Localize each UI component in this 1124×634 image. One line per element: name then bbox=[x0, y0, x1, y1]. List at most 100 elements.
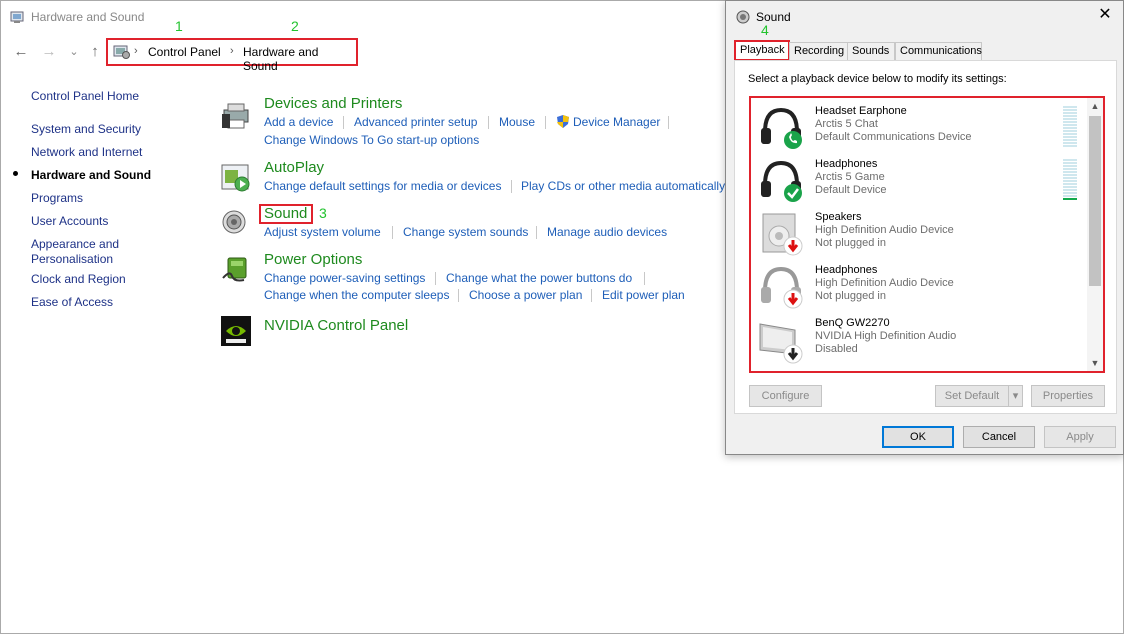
sidebar-item-system-and-security[interactable]: System and Security bbox=[31, 122, 141, 137]
sidebar-item-programs[interactable]: Programs bbox=[31, 191, 83, 206]
headphones-check-icon bbox=[761, 160, 802, 202]
breadcrumb-hardware-and-sound[interactable]: Hardware and Sound bbox=[243, 45, 356, 73]
manage-audio-devices-link[interactable]: Manage audio devices bbox=[547, 225, 667, 239]
change-system-sounds-link[interactable]: Change system sounds bbox=[403, 225, 528, 239]
change-default-media-settings-link[interactable]: Change default settings for media or dev… bbox=[264, 179, 501, 193]
sidebar-item-appearance[interactable]: Appearance and Personalisation bbox=[31, 237, 141, 267]
sidebar-item-ease-of-access[interactable]: Ease of Access bbox=[31, 295, 113, 310]
device-name: Headset Earphone bbox=[815, 105, 907, 117]
annotation-label: 2 bbox=[291, 18, 299, 34]
window-title: Hardware and Sound bbox=[31, 10, 145, 24]
device-name: Headphones bbox=[815, 158, 878, 170]
monitor-disabled-icon bbox=[759, 323, 803, 364]
link-divider bbox=[591, 289, 592, 302]
tab-sounds[interactable]: Sounds bbox=[847, 42, 895, 60]
device-status: Not plugged in bbox=[815, 290, 886, 302]
device-name: BenQ GW2270 bbox=[815, 317, 890, 329]
adjust-system-volume-link[interactable]: Adjust system volume bbox=[264, 225, 381, 239]
link-divider bbox=[668, 116, 669, 129]
autoplay-icon bbox=[221, 164, 250, 192]
breadcrumb-separator: › bbox=[134, 45, 138, 57]
address-bar[interactable]: › Control Panel › Hardware and Sound bbox=[106, 38, 358, 73]
title-bar: Hardware and Sound bbox=[1, 1, 727, 33]
speaker-icon bbox=[222, 210, 246, 234]
scroll-down-icon[interactable]: ▼ bbox=[1087, 355, 1103, 371]
device-driver: High Definition Audio Device bbox=[815, 277, 954, 289]
set-default-button[interactable]: Set Default bbox=[935, 385, 1009, 407]
link-divider bbox=[644, 272, 645, 285]
link-divider bbox=[435, 272, 436, 285]
windows-to-go-link[interactable]: Change Windows To Go start-up options bbox=[264, 133, 479, 147]
change-power-buttons-link[interactable]: Change what the power buttons do bbox=[446, 271, 632, 285]
change-sleep-link[interactable]: Change when the computer sleeps bbox=[264, 288, 449, 302]
play-cds-automatically-link[interactable]: Play CDs or other media automatically bbox=[521, 179, 725, 193]
sidebar-item-hardware-and-sound[interactable]: Hardware and Sound bbox=[31, 168, 151, 183]
sound-title[interactable]: Sound bbox=[264, 205, 307, 222]
tab-playback[interactable]: Playback bbox=[734, 40, 790, 61]
advanced-printer-setup-link[interactable]: Advanced printer setup bbox=[354, 115, 477, 129]
sidebar-item-user-accounts[interactable]: User Accounts bbox=[31, 214, 108, 229]
scroll-up-icon[interactable]: ▲ bbox=[1087, 98, 1103, 114]
device-list[interactable]: Headset Earphone Arctis 5 Chat Default C… bbox=[749, 96, 1105, 373]
list-item[interactable]: Headphones High Definition Audio Device … bbox=[751, 261, 1091, 314]
change-power-saving-settings-link[interactable]: Change power-saving settings bbox=[264, 271, 425, 285]
close-icon[interactable]: ✕ bbox=[1095, 5, 1115, 25]
device-driver: Arctis 5 Chat bbox=[815, 118, 878, 130]
edit-power-plan-link[interactable]: Edit power plan bbox=[602, 288, 685, 302]
device-driver: NVIDIA High Definition Audio bbox=[815, 330, 957, 342]
sidebar-item-network-and-internet[interactable]: Network and Internet bbox=[31, 145, 142, 160]
playback-panel: Select a playback device below to modify… bbox=[734, 60, 1117, 414]
shield-icon bbox=[557, 115, 569, 128]
breadcrumb-control-panel[interactable]: Control Panel bbox=[148, 45, 221, 59]
annotation-label: 1 bbox=[175, 18, 183, 34]
panel-instruction: Select a playback device below to modify… bbox=[748, 73, 1007, 85]
apply-button[interactable]: Apply bbox=[1044, 426, 1116, 448]
forward-arrow-icon[interactable]: → bbox=[39, 42, 59, 62]
scroll-thumb[interactable] bbox=[1089, 116, 1101, 286]
choose-power-plan-link[interactable]: Choose a power plan bbox=[469, 288, 582, 302]
link-divider bbox=[511, 180, 512, 193]
power-options-title[interactable]: Power Options bbox=[264, 251, 362, 268]
properties-button[interactable]: Properties bbox=[1031, 385, 1105, 407]
nvidia-icon bbox=[221, 316, 251, 346]
breadcrumb-separator: › bbox=[230, 45, 234, 57]
speaker-unplugged-icon bbox=[762, 213, 803, 256]
list-item[interactable]: Headset Earphone Arctis 5 Chat Default C… bbox=[751, 102, 1091, 155]
device-manager-link[interactable]: Device Manager bbox=[573, 115, 660, 129]
back-arrow-icon[interactable]: ← bbox=[11, 42, 31, 62]
device-name: Speakers bbox=[815, 211, 862, 223]
mouse-link[interactable]: Mouse bbox=[499, 115, 535, 129]
sidebar-item-control-panel-home[interactable]: Control Panel Home bbox=[31, 89, 139, 104]
link-divider bbox=[392, 226, 393, 239]
autoplay-title[interactable]: AutoPlay bbox=[264, 159, 324, 176]
list-item[interactable]: Headphones Arctis 5 Game Default Device bbox=[751, 155, 1091, 208]
tab-communications[interactable]: Communications bbox=[895, 42, 982, 60]
cancel-button[interactable]: Cancel bbox=[963, 426, 1035, 448]
control-panel-icon bbox=[10, 11, 24, 23]
device-status: Default Communications Device bbox=[815, 131, 972, 143]
link-divider bbox=[458, 289, 459, 302]
device-status: Default Device bbox=[815, 184, 887, 196]
configure-button[interactable]: Configure bbox=[749, 385, 822, 407]
sound-dialog: Sound ✕ 4 Playback Recording Sounds Comm… bbox=[725, 0, 1124, 455]
add-a-device-link[interactable]: Add a device bbox=[264, 115, 333, 129]
link-divider bbox=[536, 226, 537, 239]
nvidia-control-panel-title[interactable]: NVIDIA Control Panel bbox=[264, 317, 408, 334]
list-item[interactable]: Speakers High Definition Audio Device No… bbox=[751, 208, 1091, 261]
ok-button[interactable]: OK bbox=[882, 426, 954, 448]
link-divider bbox=[545, 116, 546, 129]
recent-locations-icon[interactable]: ⌄ bbox=[64, 42, 84, 62]
link-divider bbox=[343, 116, 344, 129]
devices-and-printers-title[interactable]: Devices and Printers bbox=[264, 95, 402, 112]
power-options-icon bbox=[222, 257, 247, 282]
up-arrow-icon[interactable]: ↑ bbox=[85, 42, 105, 62]
device-driver: High Definition Audio Device bbox=[815, 224, 954, 236]
list-item[interactable]: BenQ GW2270 NVIDIA High Definition Audio… bbox=[751, 314, 1091, 367]
set-default-dropdown-icon[interactable]: ▾ bbox=[1008, 385, 1023, 407]
sidebar-item-clock-and-region[interactable]: Clock and Region bbox=[31, 272, 126, 287]
annotation-label: 3 bbox=[319, 205, 327, 221]
tab-recording[interactable]: Recording bbox=[789, 42, 848, 60]
printer-icon bbox=[222, 103, 249, 129]
device-list-scrollbar[interactable]: ▲ ▼ bbox=[1087, 98, 1103, 371]
headset-phone-icon bbox=[761, 107, 802, 149]
